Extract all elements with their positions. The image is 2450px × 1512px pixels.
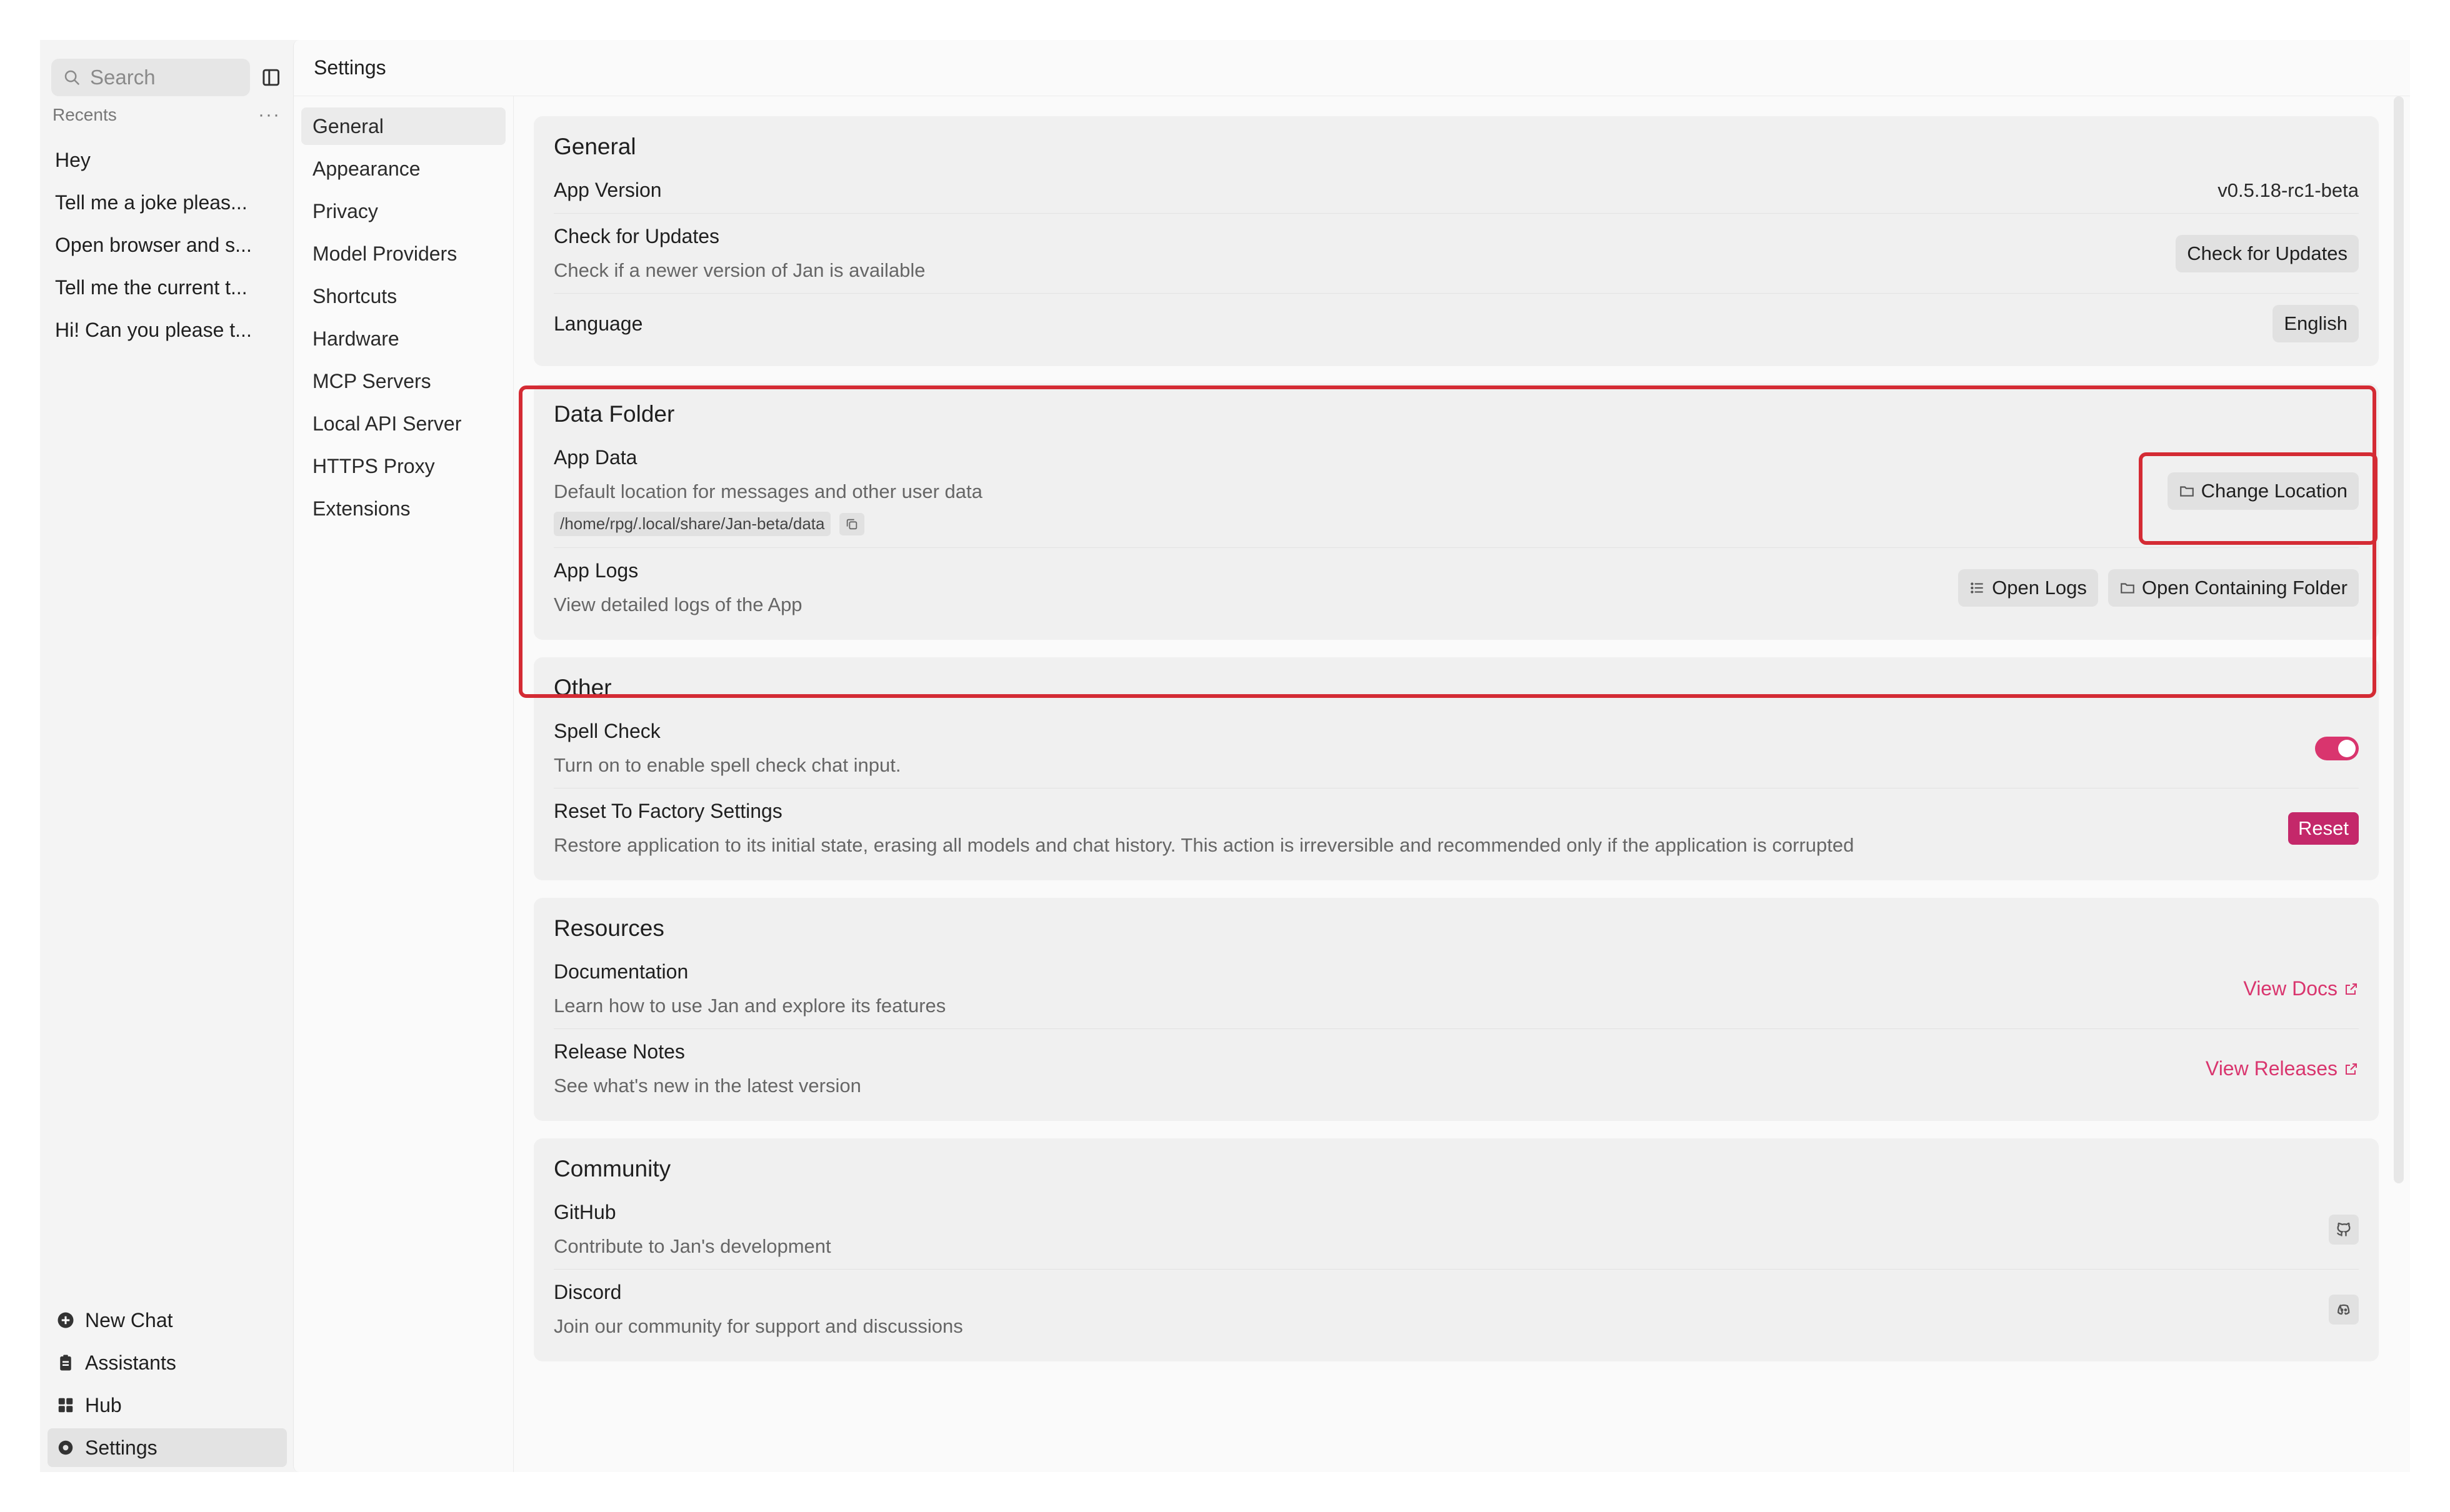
clipboard-icon [60, 1355, 71, 1371]
recent-chat-item[interactable]: Hey [51, 139, 282, 181]
recent-chat-item[interactable]: Hi! Can you please t... [51, 309, 282, 351]
settings-nav-general[interactable]: General [301, 107, 506, 145]
github-button[interactable] [2329, 1214, 2359, 1245]
github-row: GitHub Contribute to Jan's development [554, 1201, 2359, 1270]
check-updates-row: Check for Updates Check if a newer versi… [554, 214, 2359, 294]
settings-nav-model-providers[interactable]: Model Providers [301, 235, 506, 272]
view-docs-link[interactable]: View Docs [2243, 977, 2359, 1000]
reset-row: Reset To Factory Settings Restore applic… [554, 788, 2359, 868]
language-select[interactable]: English [2272, 305, 2359, 342]
sidebar-toggle-icon[interactable] [260, 66, 282, 89]
search-input[interactable]: Search [51, 59, 250, 96]
settings-panel: Settings General Appearance Privacy Mode… [293, 40, 2410, 1472]
resources-card: Resources Documentation Learn how to use… [534, 898, 2379, 1121]
view-docs-label: View Docs [2243, 977, 2338, 1000]
check-updates-desc: Check if a newer version of Jan is avail… [554, 259, 926, 281]
settings-button[interactable]: Settings [48, 1428, 287, 1467]
assistants-label: Assistants [85, 1351, 176, 1374]
recent-chat-item[interactable]: Tell me the current t... [51, 266, 282, 309]
settings-nav-https-proxy[interactable]: HTTPS Proxy [301, 447, 506, 485]
github-icon [2337, 1222, 2351, 1236]
spell-check-label: Spell Check [554, 720, 661, 742]
gear-icon [58, 1440, 73, 1455]
app-version-label: App Version [554, 179, 662, 201]
reset-label: Reset To Factory Settings [554, 800, 782, 822]
settings-nav-extensions[interactable]: Extensions [301, 490, 506, 527]
page-title: Settings [294, 40, 2410, 96]
discord-desc: Join our community for support and discu… [554, 1315, 963, 1337]
release-notes-label: Release Notes [554, 1040, 685, 1063]
search-placeholder: Search [90, 66, 156, 89]
plus-circle-icon [58, 1312, 74, 1328]
recents-list: Hey Tell me a joke pleas... Open browser… [51, 139, 282, 351]
external-link-icon [2346, 1063, 2357, 1075]
recents-title: Recents [52, 105, 117, 124]
view-releases-label: View Releases [2205, 1057, 2338, 1080]
spell-check-desc: Turn on to enable spell check chat input… [554, 754, 901, 776]
resources-title: Resources [554, 915, 664, 941]
check-updates-label: Check for Updates [554, 225, 720, 247]
data-folder-highlight [519, 385, 2376, 698]
github-label: GitHub [554, 1201, 616, 1223]
view-releases-link[interactable]: View Releases [2206, 1057, 2359, 1080]
settings-nav-shortcuts[interactable]: Shortcuts [301, 277, 506, 315]
discord-label: Discord [554, 1281, 622, 1303]
community-title: Community [554, 1156, 671, 1181]
new-chat-button[interactable]: New Chat [48, 1301, 287, 1340]
spell-check-toggle[interactable] [2315, 736, 2359, 760]
settings-nav-appearance[interactable]: Appearance [301, 150, 506, 187]
hub-button[interactable]: Hub [48, 1386, 287, 1425]
search-row: Search [51, 59, 282, 96]
settings-content: General App Version v0.5.18-rc1-beta Che… [514, 96, 2410, 1472]
app-version-value: v0.5.18-rc1-beta [2218, 179, 2359, 201]
external-link-icon [2346, 983, 2357, 995]
release-notes-row: Release Notes See what's new in the late… [554, 1029, 2359, 1108]
documentation-row: Documentation Learn how to use Jan and e… [554, 960, 2359, 1029]
recents-header: Recents ··· [51, 105, 282, 125]
release-notes-desc: See what's new in the latest version [554, 1075, 861, 1097]
search-icon [64, 70, 80, 86]
app-version-row: App Version v0.5.18-rc1-beta [554, 179, 2359, 214]
settings-label: Settings [85, 1436, 158, 1459]
new-chat-label: New Chat [85, 1308, 173, 1331]
settings-nav-privacy[interactable]: Privacy [301, 192, 506, 230]
settings-nav: General Appearance Privacy Model Provide… [294, 96, 514, 1472]
settings-nav-hardware[interactable]: Hardware [301, 320, 506, 357]
grid-icon [58, 1398, 73, 1413]
assistants-button[interactable]: Assistants [48, 1343, 287, 1382]
hub-label: Hub [85, 1393, 122, 1416]
bottom-nav: New Chat Assistants Hub Settings [48, 1297, 287, 1467]
language-label: Language [554, 312, 643, 335]
spell-check-row: Spell Check Turn on to enable spell chec… [554, 720, 2359, 788]
general-title: General [554, 134, 636, 159]
language-row: Language English [554, 294, 2359, 354]
change-location-highlight [2139, 452, 2378, 545]
more-options-icon[interactable]: ··· [258, 106, 281, 124]
reset-button[interactable]: Reset [2288, 812, 2359, 845]
general-card: General App Version v0.5.18-rc1-beta Che… [534, 116, 2379, 366]
github-desc: Contribute to Jan's development [554, 1235, 831, 1257]
app-window: Search Recents ··· Hey Tell me a joke pl… [40, 40, 2410, 1472]
settings-body: General Appearance Privacy Model Provide… [294, 96, 2410, 1472]
discord-button[interactable] [2329, 1294, 2359, 1325]
settings-nav-mcp-servers[interactable]: MCP Servers [301, 362, 506, 400]
documentation-desc: Learn how to use Jan and explore its fea… [554, 995, 946, 1017]
check-updates-button[interactable]: Check for Updates [2176, 234, 2359, 272]
settings-nav-local-api-server[interactable]: Local API Server [301, 405, 506, 442]
recent-chat-item[interactable]: Tell me a joke pleas... [51, 181, 282, 224]
community-card: Community GitHub Contribute to Jan's dev… [534, 1138, 2379, 1361]
recent-chat-item[interactable]: Open browser and s... [51, 224, 282, 266]
discord-row: Discord Join our community for support a… [554, 1270, 2359, 1349]
discord-icon [2338, 1304, 2350, 1315]
reset-desc: Restore application to its initial state… [554, 834, 1854, 856]
sidebar: Search Recents ··· Hey Tell me a joke pl… [40, 40, 293, 1472]
documentation-label: Documentation [554, 960, 689, 983]
scrollbar[interactable] [2394, 96, 2404, 1183]
